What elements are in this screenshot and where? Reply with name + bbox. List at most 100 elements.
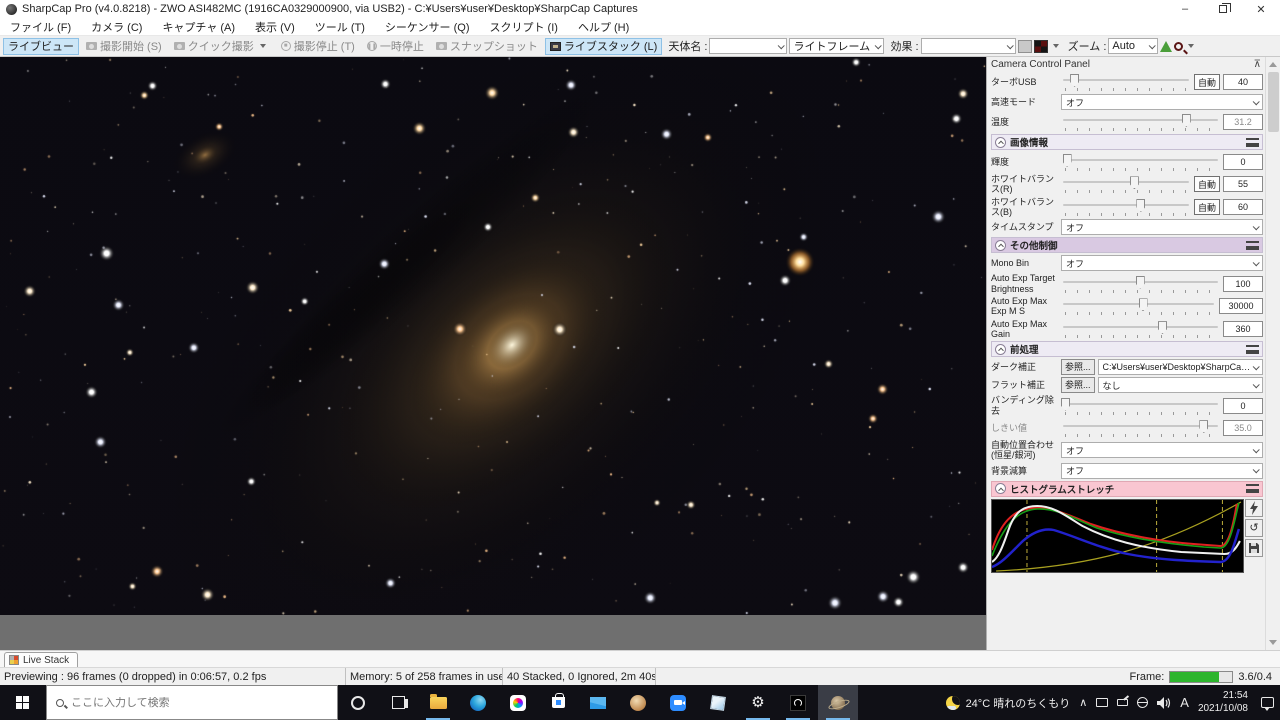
wb-b-slider[interactable] <box>1061 197 1191 217</box>
panel-scrollbar[interactable] <box>1265 57 1280 650</box>
flat-browse-button[interactable]: 参照... <box>1061 377 1095 394</box>
pin-icon[interactable]: ⊼ <box>1254 59 1261 70</box>
effects-combo[interactable] <box>920 38 1016 54</box>
wb-b-value-input[interactable]: 60 <box>1223 199 1263 216</box>
collapse-icon[interactable] <box>995 239 1006 251</box>
save-stretch-button[interactable] <box>1245 538 1263 557</box>
paint-app-button[interactable] <box>618 685 658 720</box>
start-capture-button[interactable]: 撮影開始 (S) <box>81 38 167 55</box>
turbo-usb-slider[interactable] <box>1061 72 1191 92</box>
edge-button[interactable] <box>458 685 498 720</box>
menu-sequencer[interactable]: シーケンサー (Q) <box>375 18 480 35</box>
auto-align-combo[interactable]: オフ <box>1061 442 1263 459</box>
dark-file-combo[interactable]: C:¥Users¥user¥Desktop¥SharpCa… <box>1097 359 1263 376</box>
live-stack-tab[interactable]: Live Stack <box>4 652 79 667</box>
ae-max-gain-value-input[interactable]: 360 <box>1223 321 1263 338</box>
task-view-button[interactable] <box>378 685 418 720</box>
section-menu-icon[interactable] <box>1246 137 1259 147</box>
reset-stretch-button[interactable]: ↺ <box>1245 518 1263 537</box>
flat-file-combo[interactable]: なし <box>1097 377 1263 394</box>
auto-stretch-button[interactable] <box>1245 498 1263 517</box>
bayer-pattern-icon[interactable] <box>1033 39 1048 53</box>
close-button[interactable]: ✕ <box>1242 0 1280 18</box>
scroll-up-icon[interactable] <box>1269 62 1277 67</box>
start-button[interactable] <box>0 685 46 720</box>
stop-capture-button[interactable]: ■ 撮影停止 (T) <box>276 38 360 55</box>
minimize-button[interactable]: – <box>1166 0 1204 18</box>
wb-b-auto-button[interactable]: 自動 <box>1193 199 1220 216</box>
mail-button[interactable] <box>578 685 618 720</box>
section-menu-icon[interactable] <box>1246 240 1259 250</box>
fast-mode-combo[interactable]: オフ <box>1061 94 1263 110</box>
ae-max-exp-slider[interactable] <box>1061 296 1216 316</box>
section-histogram-stretch[interactable]: ヒストグラムストレッチ <box>991 480 1263 497</box>
collapse-icon[interactable] <box>995 136 1006 148</box>
magnifier-tool-icon[interactable] <box>1174 41 1184 51</box>
scrollbar-thumb[interactable] <box>1267 72 1279 132</box>
camera-app-button[interactable] <box>778 685 818 720</box>
search-input[interactable] <box>71 696 328 709</box>
zoom-app-button[interactable] <box>658 685 698 720</box>
section-other-controls[interactable]: その他制御 <box>991 237 1263 254</box>
store-button[interactable] <box>538 685 578 720</box>
wb-r-auto-button[interactable]: 自動 <box>1193 176 1220 193</box>
collapse-icon[interactable] <box>995 483 1006 495</box>
brightness-value-input[interactable]: 0 <box>1223 154 1263 170</box>
file-explorer-button[interactable] <box>418 685 458 720</box>
frame-type-combo[interactable]: ライトフレーム <box>789 38 885 54</box>
banding-slider[interactable] <box>1061 396 1220 416</box>
volume-icon[interactable] <box>1157 696 1171 709</box>
menu-camera[interactable]: カメラ (C) <box>81 18 152 35</box>
section-image-info[interactable]: 画像情報 <box>991 134 1263 150</box>
live-view-button[interactable]: ライブビュー <box>3 37 79 55</box>
section-preprocessing[interactable]: 前処理 <box>991 341 1263 358</box>
menu-scripts[interactable]: スクリプト (I) <box>480 18 568 35</box>
histogram-display[interactable] <box>991 498 1244 573</box>
clock[interactable]: 21:54 2021/10/08 <box>1198 690 1248 715</box>
menu-tools[interactable]: ツール (T) <box>305 18 375 35</box>
timestamp-combo[interactable]: オフ <box>1061 219 1263 236</box>
pause-button[interactable]: ❚❚ 一時停止 <box>362 38 429 55</box>
restore-button[interactable] <box>1204 0 1242 18</box>
cortana-button[interactable] <box>338 685 378 720</box>
tray-overflow-chevron[interactable]: ∧ <box>1079 696 1087 709</box>
scroll-down-icon[interactable] <box>1269 640 1277 645</box>
target-name-combo[interactable] <box>709 38 788 54</box>
wb-r-slider[interactable] <box>1061 174 1191 194</box>
wb-r-value-input[interactable]: 55 <box>1223 176 1263 193</box>
ae-max-gain-slider[interactable] <box>1061 319 1220 339</box>
cast-icon[interactable] <box>1096 698 1109 707</box>
menu-file[interactable]: ファイル (F) <box>0 18 81 35</box>
sharpcap-taskbar-button[interactable] <box>818 685 858 720</box>
collapse-icon[interactable] <box>995 343 1006 355</box>
chevron-down-icon[interactable] <box>1188 44 1195 48</box>
live-stack-button[interactable]: ライブスタック (L) <box>544 37 663 55</box>
snapshot-button[interactable]: スナップショット <box>431 38 543 55</box>
display-mode-icon[interactable] <box>1017 39 1032 53</box>
menu-view[interactable]: 表示 (V) <box>245 18 305 35</box>
turbo-usb-auto-button[interactable]: 自動 <box>1193 74 1220 90</box>
ime-indicator[interactable]: A <box>1180 695 1189 710</box>
menu-help[interactable]: ヘルプ (H) <box>568 18 639 35</box>
pen-icon[interactable] <box>1117 699 1129 706</box>
weather-widget[interactable]: 24°C 晴れのちくもり <box>945 695 1070 711</box>
section-menu-icon[interactable] <box>1246 484 1259 494</box>
quick-capture-button[interactable]: クイック撮影 <box>169 38 274 55</box>
brightness-slider[interactable] <box>1061 152 1220 172</box>
settings-button[interactable]: ⚙ <box>738 685 778 720</box>
menu-capture[interactable]: キャプチャ (A) <box>152 18 245 35</box>
ae-target-value-input[interactable]: 100 <box>1223 275 1263 292</box>
turbo-usb-value-input[interactable]: 40 <box>1223 74 1263 90</box>
network-icon[interactable] <box>1137 697 1149 708</box>
taskbar-search[interactable] <box>46 685 338 720</box>
dark-browse-button[interactable]: 参照... <box>1061 359 1095 376</box>
ae-target-slider[interactable] <box>1061 274 1220 294</box>
zoom-combo[interactable]: Auto <box>1108 38 1159 54</box>
ae-max-exp-value-input[interactable]: 30000 <box>1219 298 1263 315</box>
bg-subtract-combo[interactable]: オフ <box>1061 462 1263 479</box>
histogram-tool-icon[interactable] <box>1160 40 1173 52</box>
notes-app-button[interactable] <box>698 685 738 720</box>
itunes-button[interactable] <box>498 685 538 720</box>
galaxy-live-image[interactable] <box>0 57 986 615</box>
section-menu-icon[interactable] <box>1246 344 1259 354</box>
